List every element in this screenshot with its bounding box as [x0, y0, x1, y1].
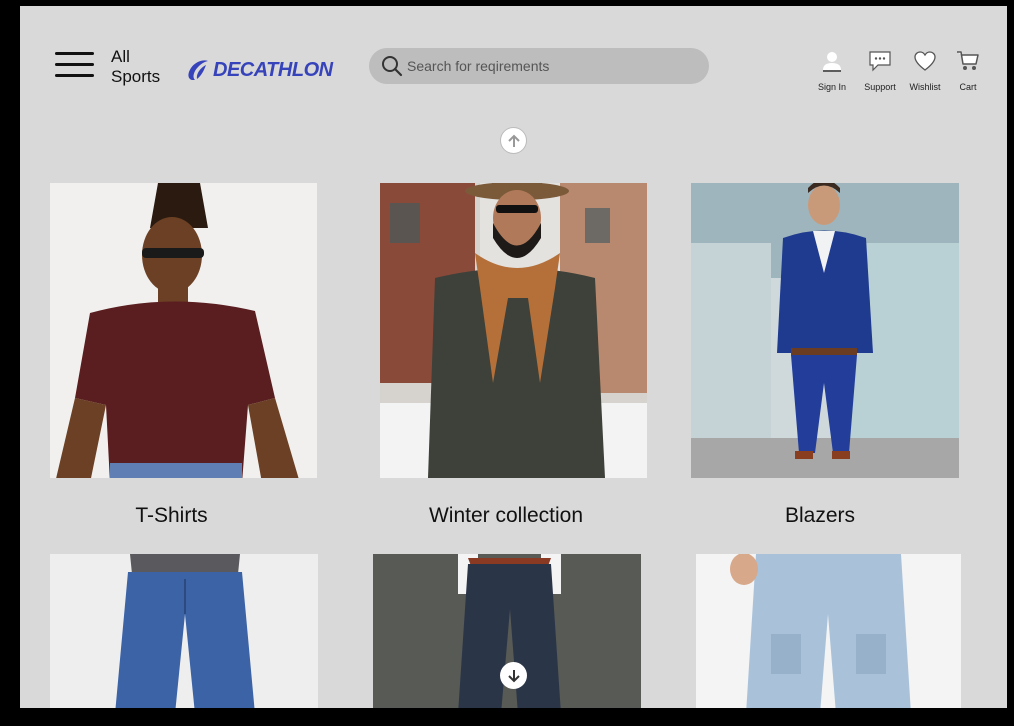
- scroll-down-button[interactable]: [500, 662, 527, 689]
- category-image-tshirts[interactable]: [50, 183, 317, 478]
- category-label-winter[interactable]: Winter collection: [380, 504, 632, 528]
- nav-cart-label: Cart: [959, 82, 977, 92]
- category-image-blazers[interactable]: [691, 183, 959, 478]
- category-image-winter[interactable]: [380, 183, 647, 478]
- nav-wishlist[interactable]: Wishlist: [903, 48, 947, 92]
- cargo-model-image: [696, 554, 961, 708]
- nav-support-label: Support: [864, 82, 896, 92]
- scroll-up-button[interactable]: [500, 127, 527, 154]
- arrow-up-icon: [507, 134, 520, 147]
- search-icon[interactable]: [381, 55, 403, 77]
- category-label-tshirts[interactable]: T-Shirts: [50, 504, 293, 528]
- menu-hamburger-icon[interactable]: [55, 52, 95, 80]
- decathlon-swoosh-icon: [188, 60, 208, 80]
- blazer-model-image: [691, 183, 959, 478]
- chat-bubble-icon: [869, 51, 891, 72]
- nav-sign-in-label: Sign In: [817, 82, 847, 92]
- decathlon-logo[interactable]: DECATHLON: [186, 58, 333, 82]
- cart-icon: [957, 51, 979, 70]
- heart-icon: [914, 51, 936, 71]
- category-label-blazers[interactable]: Blazers: [691, 504, 949, 528]
- category-image-jeans[interactable]: [50, 554, 318, 708]
- winter-model-image: [380, 183, 647, 478]
- nav-cart[interactable]: Cart: [946, 48, 990, 92]
- nav-wishlist-label: Wishlist: [909, 82, 941, 92]
- tshirt-model-image: [50, 183, 317, 478]
- nav-support[interactable]: Support: [858, 48, 902, 92]
- user-icon: [823, 52, 841, 72]
- all-sports-link[interactable]: All Sports: [111, 47, 171, 87]
- search-bar[interactable]: [369, 48, 709, 84]
- search-input[interactable]: [407, 55, 697, 77]
- page-frame: All Sports DECATHLON Sign In: [20, 6, 1007, 708]
- jeans-model-image: [50, 554, 318, 708]
- brand-name: DECATHLON: [213, 58, 333, 81]
- nav-sign-in[interactable]: Sign In: [810, 48, 854, 92]
- arrow-down-icon: [507, 669, 520, 682]
- category-image-cargo[interactable]: [696, 554, 961, 708]
